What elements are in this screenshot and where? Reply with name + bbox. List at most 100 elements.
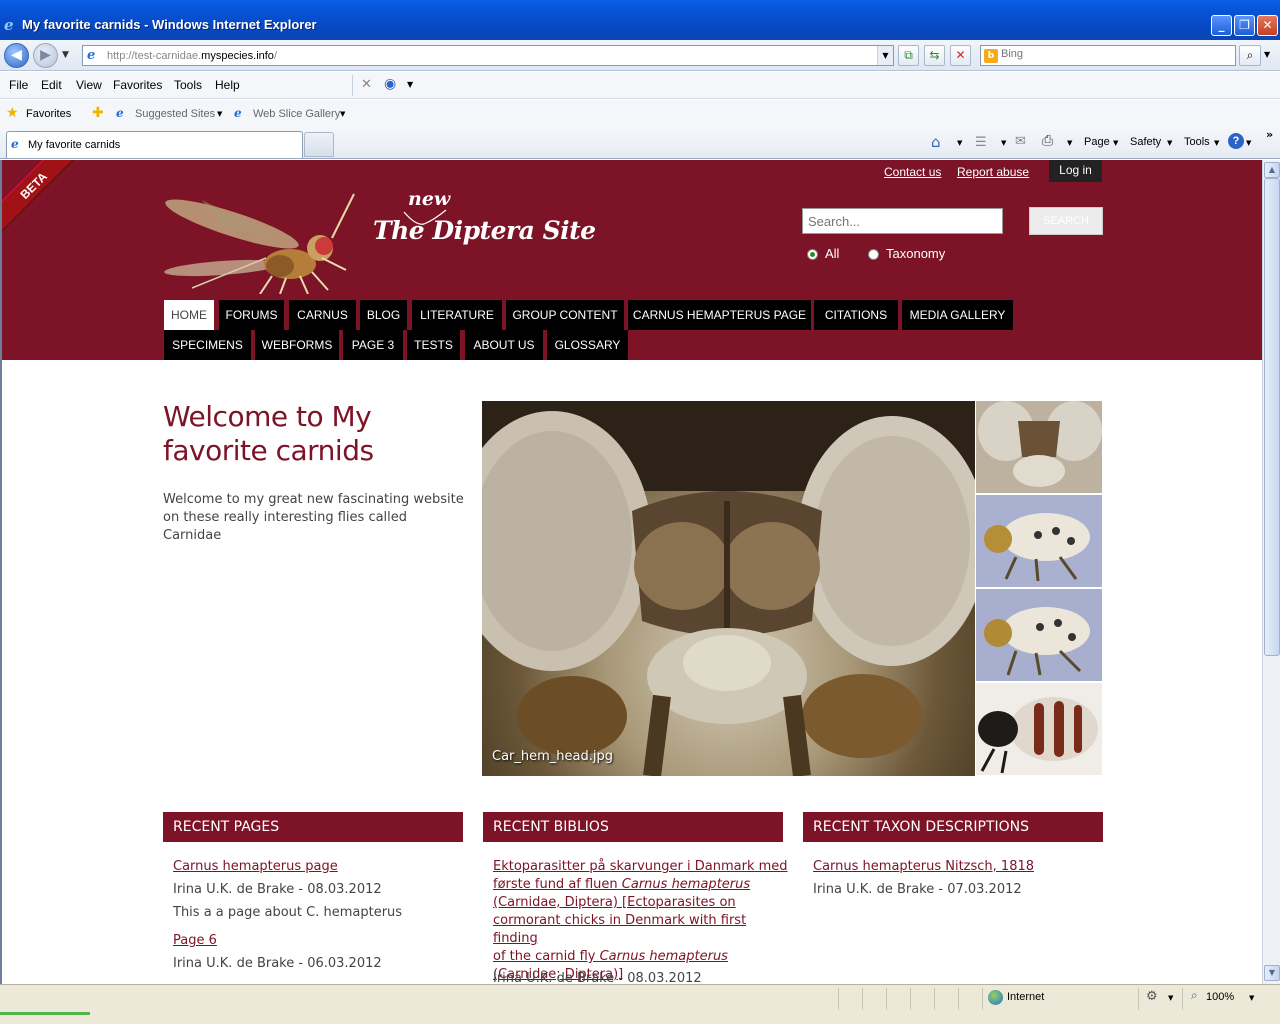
zoom-dropdown-icon[interactable]: ▼ [1249,994,1254,1002]
restore-button[interactable]: ❐ [1234,15,1255,36]
security-zone-label[interactable]: Internet [1007,991,1044,1003]
vertical-scrollbar[interactable]: ▲ ▼ [1262,160,1280,984]
contact-link[interactable]: Contact us [884,165,941,179]
forward-button[interactable]: ▶ [33,43,58,68]
login-button[interactable]: Log in [1049,160,1102,182]
add-favorite-icon[interactable]: ✚ [92,105,104,121]
menu-file[interactable]: File [9,78,28,92]
hero-image[interactable]: Car_hem_head.jpg [482,401,975,776]
search-go-icon[interactable]: ⌕ [1239,45,1261,66]
window-title-bar[interactable]: e My favorite carnids - Windows Internet… [0,0,1280,40]
nav-literature[interactable]: LITERATURE [412,300,502,330]
search-all-radio[interactable] [807,249,818,260]
nav-home[interactable]: HOME [164,300,214,330]
nav-webforms[interactable]: WEBFORMS [255,330,339,360]
recent-page-link-2[interactable]: Page 6 [173,932,217,950]
nav-page-3[interactable]: PAGE 3 [343,330,403,360]
thumbnail-2[interactable] [976,495,1102,587]
recent-taxon-link[interactable]: Carnus hemapterus Nitzsch, 1818 [813,858,1034,876]
help-icon[interactable]: ? [1228,133,1244,149]
menu-edit[interactable]: Edit [41,78,62,92]
status-cell-divider [1138,988,1139,1010]
nav-carnus-hemapterus-page[interactable]: CARNUS HEMAPTERUS PAGE [628,300,811,330]
biblio-line-1: Ektoparasitter på skarvunger i Danmark m… [493,859,788,874]
site-logo-title[interactable]: The Diptera Site [373,216,596,245]
chevron-right-icon[interactable]: » [1266,128,1273,141]
tab-my-favorite-carnids[interactable]: e My favorite carnids [6,131,303,158]
refresh-icon[interactable]: ⇆ [924,45,945,66]
search-options-icon[interactable]: ▼ [1264,50,1270,59]
search-box[interactable]: b [980,45,1236,66]
print-icon[interactable]: ⎙ [1042,133,1053,149]
web-slice-dropdown-icon[interactable]: ▼ [340,110,345,118]
site-search-input[interactable] [802,208,1003,234]
scroll-up-icon[interactable]: ▲ [1264,162,1280,178]
back-button[interactable]: ◀ [4,43,29,68]
print-dropdown-icon[interactable]: ▼ [1067,139,1072,147]
suggested-sites-link[interactable]: Suggested Sites [135,108,215,120]
mail-icon[interactable]: ✉ [1015,134,1026,149]
nav-carnus[interactable]: CARNUS [289,300,356,330]
zoom-level[interactable]: 100% [1206,991,1234,1003]
site-search-button[interactable]: SEARCH [1029,207,1103,235]
nav-specimens[interactable]: SPECIMENS [164,330,251,360]
tools-menu-dropdown-icon[interactable]: ▼ [1214,139,1219,147]
fly-logo-icon[interactable] [162,186,362,294]
nav-forums[interactable]: FORUMS [219,300,284,330]
recent-biblio-link[interactable]: Ektoparasitter på skarvunger i Danmark m… [493,858,793,984]
url-dropdown-icon[interactable]: ▼ [877,46,893,65]
page-title: Welcome to My favorite carnids [163,400,374,467]
close-toolbar-icon[interactable]: ✕ [361,77,372,92]
nav-tests[interactable]: TESTS [407,330,460,360]
tools-menu[interactable]: Tools [1184,136,1210,148]
thumbnail-4[interactable] [976,683,1102,775]
feeds-icon[interactable]: ☰ [975,135,987,150]
protected-mode-icon[interactable]: ⚙ [1146,989,1158,1004]
nav-citations[interactable]: CITATIONS [814,300,898,330]
favorites-button[interactable]: Favorites [26,108,71,120]
help-dropdown-icon[interactable]: ▼ [1246,139,1251,147]
nav-group-content[interactable]: GROUP CONTENT [506,300,624,330]
safety-menu-dropdown-icon[interactable]: ▼ [1167,139,1172,147]
safety-menu[interactable]: Safety [1130,136,1161,148]
recent-page-meta-2: Irina U.K. de Brake - 06.03.2012 [173,956,382,971]
scrollbar-thumb[interactable] [1264,178,1280,656]
nav-about-us[interactable]: ABOUT US [465,330,543,360]
menu-favorites[interactable]: Favorites [113,78,162,92]
protected-mode-dropdown-icon[interactable]: ▼ [1168,994,1173,1002]
close-button[interactable]: ✕ [1257,15,1278,36]
nav-glossary[interactable]: GLOSSARY [547,330,628,360]
history-dropdown-icon[interactable]: ▼ [62,50,69,60]
compatibility-icon[interactable]: ⧉ [898,45,919,66]
feeds-dropdown-icon[interactable]: ▼ [1001,139,1006,147]
toolbar-dropdown-icon[interactable]: ▼ [407,80,413,89]
thumbnail-1[interactable] [976,401,1102,493]
status-cell-divider [982,988,983,1010]
home-icon[interactable]: ⌂ [931,133,941,151]
web-slice-gallery-link[interactable]: Web Slice Gallery [253,108,340,120]
thumbnail-3[interactable] [976,589,1102,681]
menu-tools[interactable]: Tools [174,78,202,92]
menu-view[interactable]: View [76,78,102,92]
suggested-dropdown-icon[interactable]: ▼ [217,110,222,118]
tab-ie-icon: e [11,137,19,151]
scroll-down-icon[interactable]: ▼ [1264,965,1280,981]
thumb-dorsal-photo [976,683,1102,775]
url-field[interactable]: e http://test-carnidae.myspecies.info/ ▼ [82,45,894,66]
minimize-button[interactable]: _ [1211,15,1232,36]
page-menu-dropdown-icon[interactable]: ▼ [1113,139,1118,147]
recent-page-link-1[interactable]: Carnus hemapterus page [173,858,338,876]
stop-icon[interactable]: ✕ [950,45,971,66]
menu-help[interactable]: Help [215,78,240,92]
page-menu[interactable]: Page [1084,136,1110,148]
nav-media-gallery[interactable]: MEDIA GALLERY [902,300,1013,330]
new-tab-button[interactable] [304,132,334,157]
nav-blog[interactable]: BLOG [360,300,407,330]
report-abuse-link[interactable]: Report abuse [957,165,1029,179]
status-cell-divider [862,988,863,1010]
favorites-star-icon: ★ [6,105,19,121]
search-taxonomy-radio[interactable] [868,249,879,260]
search-provider-input[interactable] [1001,48,1221,60]
home-dropdown-icon[interactable]: ▼ [957,139,962,147]
toolbar-ie-icon[interactable]: ◉ [384,76,396,92]
